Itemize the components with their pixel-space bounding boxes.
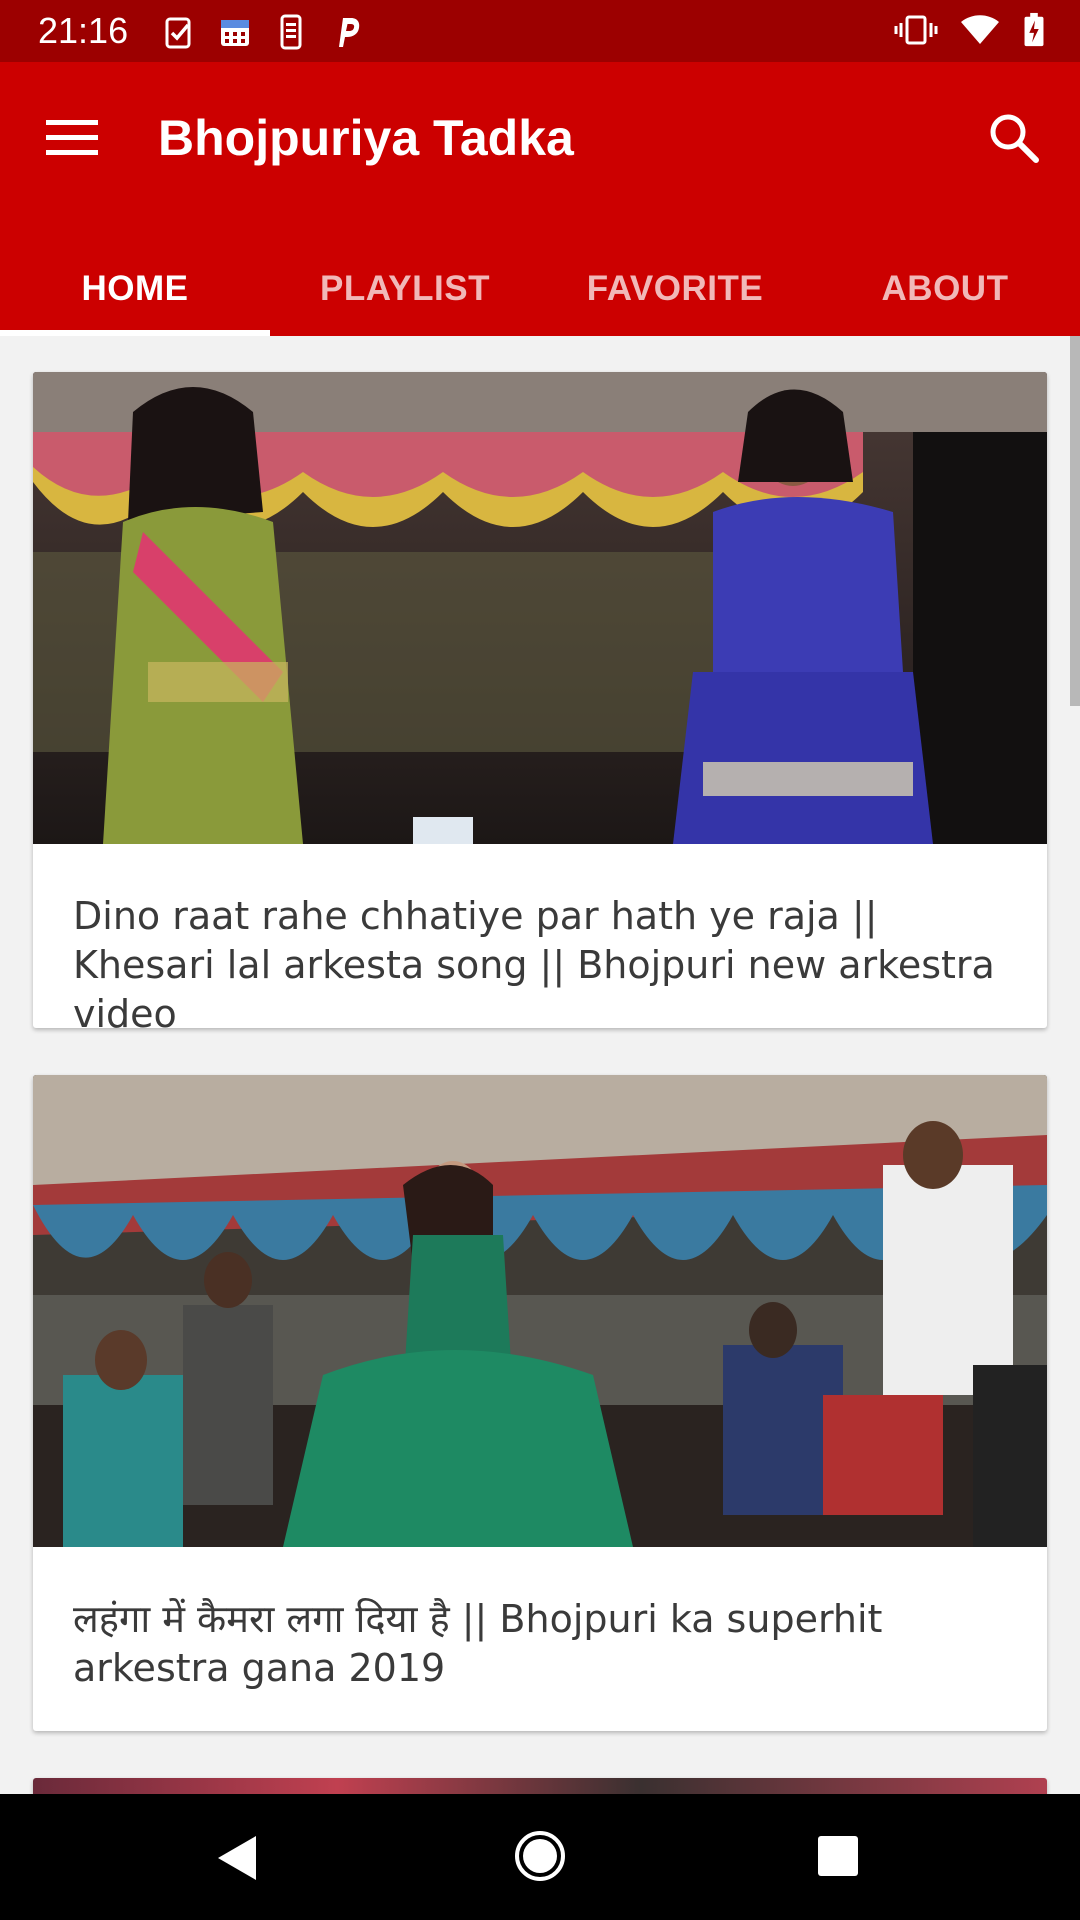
stage-performance-image [33, 1075, 1047, 1547]
home-icon[interactable] [514, 1830, 566, 1882]
tab-playlist[interactable]: PLAYLIST [270, 242, 540, 336]
phone-screen-icon [280, 14, 302, 50]
video-card[interactable]: Dino raat rahe chhatiye par hath ye raja… [33, 372, 1047, 1028]
hamburger-menu-icon[interactable] [46, 118, 98, 158]
video-thumbnail[interactable] [33, 1075, 1047, 1547]
vibrate-icon [894, 15, 938, 45]
app-title: Bhojpuriya Tadka [158, 110, 574, 166]
stage-dancers-image [33, 372, 1047, 844]
notification-icons [162, 14, 364, 50]
tab-favorite[interactable]: FAVORITE [540, 242, 810, 336]
video-card[interactable]: लहंगा में कैमरा लगा दिया है || Bhojpuri … [33, 1075, 1047, 1731]
back-icon[interactable] [216, 1834, 258, 1882]
video-thumbnail[interactable] [33, 372, 1047, 844]
tab-about[interactable]: ABOUT [810, 242, 1080, 336]
app-bar: Bhojpuriya Tadka HOME PLAYLIST FAVORITE … [0, 62, 1080, 336]
video-thumbnail[interactable] [33, 1778, 1047, 1794]
scrollbar[interactable] [1070, 336, 1080, 706]
video-card[interactable] [33, 1778, 1047, 1794]
tab-bar: HOME PLAYLIST FAVORITE ABOUT [0, 242, 1080, 336]
video-title[interactable]: लहंगा में कैमरा लगा दिया है || Bhojpuri … [33, 1547, 1047, 1693]
status-time: 21:16 [38, 10, 129, 51]
calendar-icon [221, 20, 249, 46]
system-status-icons [894, 12, 1046, 48]
task-check-icon [165, 17, 191, 49]
search-icon[interactable] [988, 112, 1040, 164]
navigation-bar [0, 1794, 1080, 1920]
video-title[interactable]: Dino raat rahe chhatiye par hath ye raja… [33, 844, 1047, 1028]
recents-icon[interactable] [816, 1834, 860, 1878]
status-bar: 21:16 [0, 0, 1080, 62]
tab-home[interactable]: HOME [0, 242, 270, 336]
wifi-icon [961, 15, 999, 44]
p-app-icon [339, 18, 360, 47]
video-list[interactable]: Dino raat rahe chhatiye par hath ye raja… [0, 336, 1080, 1794]
battery-charging-icon [1024, 12, 1044, 47]
